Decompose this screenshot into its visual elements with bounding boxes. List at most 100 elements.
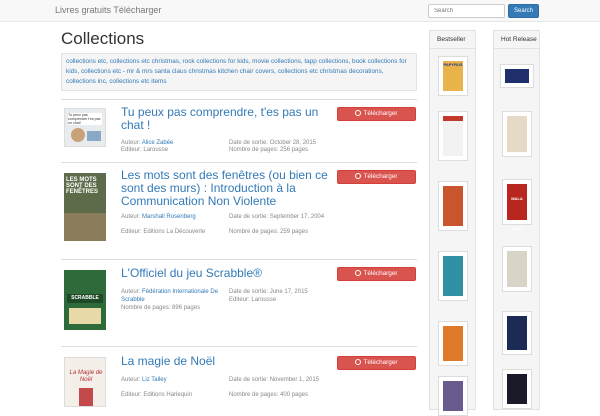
book-publisher: Editions Harlequin xyxy=(143,392,193,398)
publisher-label: Editeur: xyxy=(121,392,142,398)
book-title[interactable]: L'Officiel du jeu Scrabble® xyxy=(121,267,331,280)
book-title[interactable]: Les mots sont des fenêtres (ou bien ce s… xyxy=(121,169,331,208)
book-row: Tu peux pas comprendre t'es pas un chat!… xyxy=(61,99,417,161)
download-icon xyxy=(355,110,362,117)
hot-release-book-thumb[interactable] xyxy=(502,369,532,409)
cover-art xyxy=(443,186,463,226)
download-label: Télécharger xyxy=(363,110,398,117)
book-release-line: Date de sortie: November 1, 2015 xyxy=(229,376,329,384)
book-pages-line: Nombre de pages: 256 pages xyxy=(229,146,329,154)
cover-art xyxy=(64,213,106,241)
cover-art xyxy=(443,326,463,361)
book-row: SCRABBLE L'Officiel du jeu Scrabble® Aut… xyxy=(61,259,417,341)
cover-title: Tu peux pas comprendre t'es pas un chat! xyxy=(68,113,102,125)
book-publisher-line: Editeur: Larousse xyxy=(121,146,221,154)
hot-release-book-thumb[interactable]: MALA VIDA xyxy=(502,179,532,231)
tag-link[interactable]: collections etc christmas xyxy=(110,58,179,65)
book-release: June 17, 2015 xyxy=(269,289,308,295)
author-label: Auteur: xyxy=(121,289,141,295)
book-author[interactable]: Liz Talley xyxy=(142,377,167,383)
hot-release-heading: Hot Release xyxy=(494,31,539,49)
book-author-line: Auteur: Marshall Rosenberg xyxy=(121,213,221,221)
bestseller-column: Bestseller PAPYRUS xyxy=(429,30,476,416)
download-icon xyxy=(355,173,362,180)
book-author[interactable]: Marshall Rosenberg xyxy=(142,214,196,220)
book-publisher: Larousse xyxy=(251,297,277,303)
hot-release-book-thumb[interactable] xyxy=(502,311,532,355)
book-pages-line: Nombre de pages: 896 pages xyxy=(121,304,221,312)
book-title[interactable]: La magie de Noël xyxy=(121,355,331,368)
download-button[interactable]: Télécharger xyxy=(337,356,416,370)
book-pages: 896 pages xyxy=(172,305,201,311)
hot-release-book-thumb[interactable] xyxy=(502,246,532,292)
brand-link[interactable]: Livres gratuits Télécharger xyxy=(55,5,161,15)
download-label: Télécharger xyxy=(363,173,398,180)
bestseller-book-thumb[interactable] xyxy=(438,376,468,416)
search-input[interactable] xyxy=(428,4,505,18)
book-pages: 256 pages xyxy=(280,147,309,153)
hot-release-book-thumb[interactable] xyxy=(502,111,532,157)
hot-release-book-thumb[interactable] xyxy=(500,64,534,88)
cover-title: PAPYRUS xyxy=(443,61,463,91)
book-release-line: Date de sortie: June 17, 2015 xyxy=(229,288,329,296)
cover-art xyxy=(69,308,101,324)
tag-link[interactable]: tapp collections xyxy=(304,58,348,65)
pages-label: Nombre de pages: xyxy=(229,392,279,398)
cover-title: La Magie de Noël xyxy=(69,370,103,383)
book-release-line: Date de sortie: September 17, 2004 xyxy=(229,213,329,221)
release-label: Date de sortie: xyxy=(229,289,269,295)
publisher-label: Editeur: xyxy=(229,297,250,303)
cover-art xyxy=(443,381,463,411)
download-button[interactable]: Télécharger xyxy=(337,107,416,121)
pages-label: Nombre de pages: xyxy=(121,305,171,311)
download-button[interactable]: Télécharger xyxy=(337,170,416,184)
book-pages-line: Nombre de pages: 400 pages xyxy=(229,391,329,399)
book-publisher-line: Editeur: Larousse xyxy=(229,296,329,304)
bestseller-book-thumb[interactable] xyxy=(438,321,468,366)
book-cover[interactable]: LES MOTS SONT DES FENÊTRES xyxy=(64,173,106,241)
cover-title: MALA VIDA xyxy=(507,184,527,231)
tag-link[interactable]: collections etc xyxy=(66,58,106,65)
book-release: September 17, 2004 xyxy=(269,214,325,220)
page-title: Collections xyxy=(61,29,145,48)
tag-link[interactable]: movie collections xyxy=(252,58,301,65)
book-author-line: Auteur: Fédération Internationale De Scr… xyxy=(121,288,221,304)
book-cover[interactable]: Tu peux pas comprendre t'es pas un chat! xyxy=(64,108,106,147)
bestseller-book-thumb[interactable] xyxy=(438,111,468,161)
search-button[interactable]: Search xyxy=(508,4,539,18)
bestseller-book-thumb[interactable] xyxy=(438,251,468,301)
book-pages: 259 pages xyxy=(280,229,309,235)
navbar: Livres gratuits Télécharger Search xyxy=(0,0,600,22)
pages-label: Nombre de pages: xyxy=(229,147,279,153)
bestseller-book-thumb[interactable] xyxy=(438,181,468,231)
tag-link[interactable]: collections inc xyxy=(66,78,106,85)
download-icon xyxy=(355,359,362,366)
cat-illustration xyxy=(71,128,85,142)
book-publisher: Larousse xyxy=(143,147,169,153)
release-label: Date de sortie: xyxy=(229,214,269,220)
book-cover[interactable]: SCRABBLE xyxy=(64,270,106,330)
tag-link[interactable]: collections etc christmas decorations xyxy=(278,68,382,75)
cover-art xyxy=(507,316,527,350)
cover-art xyxy=(507,251,527,287)
book-row: La Magie de Noël La magie de Noël Auteur… xyxy=(61,346,417,407)
book-pages: 400 pages xyxy=(280,392,309,398)
cover-art xyxy=(443,116,463,156)
tag-link[interactable]: collections etc - mr & mrs santa claus c… xyxy=(81,68,274,75)
book-pages-line: Nombre de pages: 259 pages xyxy=(229,228,329,236)
tag-link[interactable]: rock collections for kids xyxy=(183,58,249,65)
release-label: Date de sortie: xyxy=(229,377,269,383)
cover-art xyxy=(87,131,101,141)
book-release: November 1, 2015 xyxy=(269,377,320,383)
tag-link[interactable]: collections etc items xyxy=(109,78,166,85)
publisher-label: Editeur: xyxy=(121,147,142,153)
cover-title: LES MOTS SONT DES FENÊTRES xyxy=(66,177,99,195)
tag-cloud: collections etc, collections etc christm… xyxy=(61,53,417,91)
book-title[interactable]: Tu peux pas comprendre, t'es pas un chat… xyxy=(121,106,331,132)
book-publisher: Editions La Découverte xyxy=(143,229,206,235)
download-button[interactable]: Télécharger xyxy=(337,267,416,281)
author-label: Auteur: xyxy=(121,377,141,383)
bestseller-book-thumb[interactable]: PAPYRUS xyxy=(438,56,468,96)
pages-label: Nombre de pages: xyxy=(229,229,279,235)
bestseller-heading: Bestseller xyxy=(430,31,475,49)
